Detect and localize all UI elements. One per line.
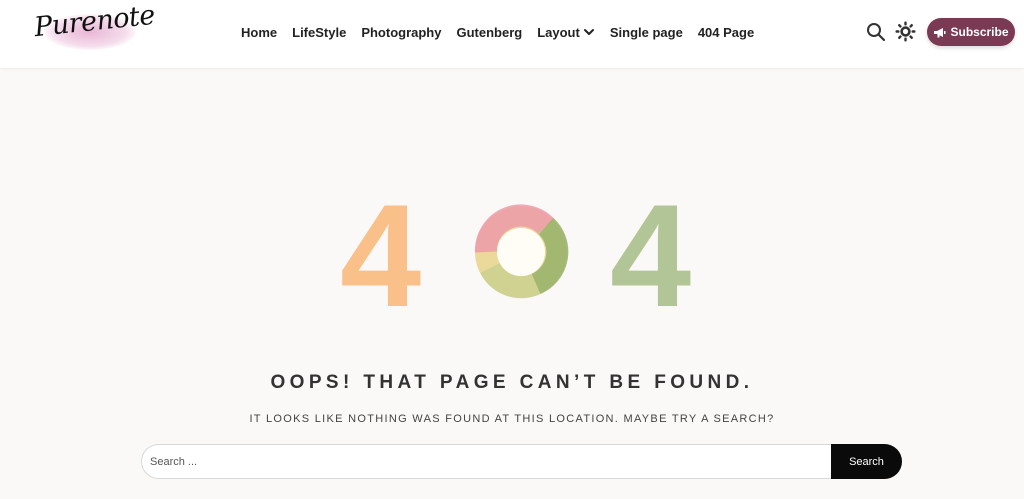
subscribe-button[interactable]: Subscribe: [927, 18, 1015, 46]
sun-icon[interactable]: [895, 21, 916, 42]
nav-single-page-label: Single page: [609, 24, 683, 40]
nav-photography-label: Photography: [361, 24, 442, 40]
nav-lifestyle[interactable]: LifeStyle: [292, 25, 346, 40]
main-nav: Home LifeStyle Photography Gutenberg Lay…: [241, 24, 769, 40]
search-form: Search: [141, 444, 902, 479]
nav-home-label: Home: [241, 24, 278, 40]
nav-layout[interactable]: Layout: [537, 25, 595, 40]
nav-404-page[interactable]: 404 Page: [698, 25, 754, 40]
nav-photography[interactable]: Photography: [361, 25, 441, 40]
nav-gutenberg-label: Gutenberg: [456, 24, 523, 40]
search-button[interactable]: Search: [831, 444, 902, 479]
megaphone-icon: [934, 27, 946, 37]
error-digit-right: 4: [610, 200, 691, 310]
nav-404-page-label: 404 Page: [697, 24, 755, 40]
nav-layout-label: Layout: [537, 24, 580, 40]
error-digit-left: 4: [340, 200, 421, 310]
site-header: Purenote Home LifeStyle Photography Gute…: [0, 0, 1024, 68]
nav-gutenberg[interactable]: Gutenberg: [456, 25, 522, 40]
error-message: IT LOOKS LIKE NOTHING WAS FOUND AT THIS …: [249, 413, 775, 425]
subscribe-label: Subscribe: [950, 25, 1009, 39]
search-input[interactable]: [141, 444, 831, 479]
error-ring-icon: [474, 204, 569, 299]
nav-single-page[interactable]: Single page: [610, 25, 683, 40]
nav-lifestyle-label: LifeStyle: [292, 24, 347, 40]
error-title: OOPS! THAT PAGE CAN’T BE FOUND.: [270, 372, 754, 393]
nav-home[interactable]: Home: [241, 25, 277, 40]
chevron-down-icon: [583, 29, 594, 35]
site-logo[interactable]: Purenote: [30, 0, 156, 60]
error-code-graphic: 4 4: [340, 200, 691, 310]
search-icon[interactable]: [866, 22, 886, 42]
logo-text: Purenote: [32, 0, 157, 44]
